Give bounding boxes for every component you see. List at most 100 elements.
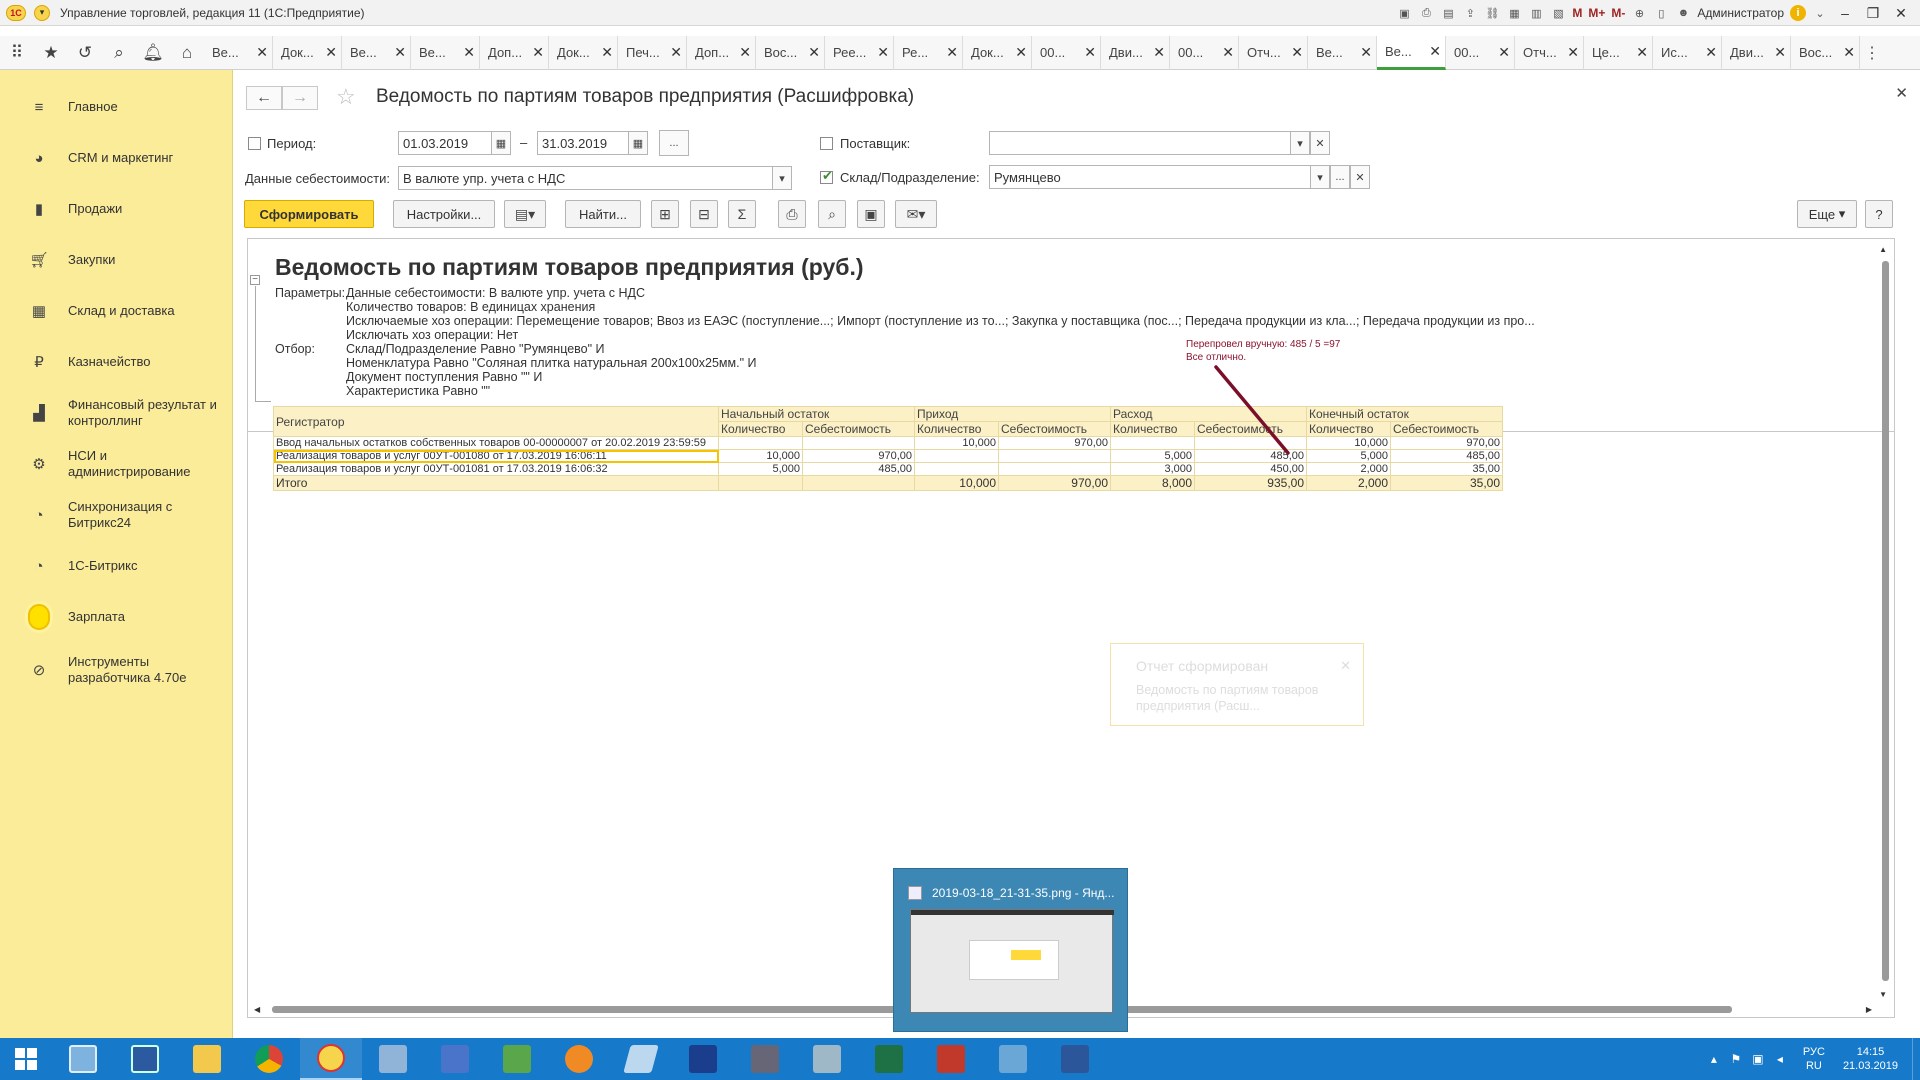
warehouse-dropdown-icon[interactable]: ▾ [1310, 165, 1330, 189]
taskbar-app-far[interactable] [548, 1038, 610, 1080]
panel-icon[interactable]: ▯ [1653, 5, 1669, 21]
tab-13[interactable]: Дви... ✕ [1101, 35, 1170, 70]
chevron-down-icon[interactable]: ⌄ [1812, 5, 1828, 21]
main-menu-icon[interactable]: ▾ [34, 4, 50, 21]
tab-20[interactable]: Це... ✕ [1584, 35, 1653, 70]
taskbar-app-editor[interactable] [610, 1038, 672, 1080]
find-button[interactable]: Найти... [565, 200, 641, 228]
sidebar-item-warehouse[interactable]: ▦ Склад и доставка [0, 302, 233, 320]
sidebar-item-main[interactable]: ≡ Главное [0, 98, 233, 116]
memory-button[interactable]: M [1572, 6, 1582, 20]
sidebar-item-salary[interactable]: Зарплата [0, 604, 233, 630]
taskbar-app-yandex-viewer[interactable] [982, 1038, 1044, 1080]
tab-2[interactable]: Ве... ✕ [342, 35, 411, 70]
tray-speaker-icon[interactable]: ◂ [1771, 1050, 1789, 1068]
taskbar-thumbnail-popup[interactable]: 2019-03-18_21-31-35.png - Янд... [893, 868, 1128, 1032]
supplier-checkbox[interactable] [820, 137, 833, 150]
taskbar-app-tree[interactable] [486, 1038, 548, 1080]
sidebar-item-sales[interactable]: ▮ Продажи [0, 200, 233, 218]
start-button[interactable] [0, 1038, 52, 1080]
tab-4[interactable]: Доп... ✕ [480, 35, 549, 70]
tab-close-icon[interactable]: ✕ [1360, 44, 1372, 61]
tab-6[interactable]: Печ... ✕ [618, 35, 687, 70]
link-icon[interactable]: ⛓ [1484, 5, 1500, 21]
scroll-left-icon[interactable]: ◀ [254, 1005, 260, 1014]
taskbar-app-excel[interactable] [858, 1038, 920, 1080]
sidebar-item-nsi[interactable]: ⚙ НСИ и администрирование [0, 447, 233, 481]
taskbar-app-toolbox[interactable] [920, 1038, 982, 1080]
tab-23[interactable]: Вос... ✕ [1791, 35, 1860, 70]
1c-logo-icon[interactable]: 1С [6, 4, 26, 21]
tray-app-icon[interactable]: ⚑ [1727, 1050, 1745, 1068]
period-checkbox[interactable] [248, 137, 261, 150]
variant-dropdown-icon[interactable]: ▤▾ [504, 200, 546, 228]
tab-close-icon[interactable]: ✕ [394, 44, 406, 61]
warehouse-clear-icon[interactable]: ✕ [1350, 165, 1370, 189]
taskbar-app-security[interactable] [734, 1038, 796, 1080]
tab-15[interactable]: Отч... ✕ [1239, 35, 1308, 70]
period-choose-button[interactable]: ... [659, 130, 689, 156]
tab-close-icon[interactable]: ✕ [1843, 44, 1855, 61]
tab-close-icon[interactable]: ✕ [1084, 44, 1096, 61]
email-dropdown-icon[interactable]: ✉▾ [895, 200, 937, 228]
vertical-scrollbar[interactable] [1882, 261, 1889, 981]
taskbar-app-explorer[interactable] [176, 1038, 238, 1080]
zoom-icon[interactable]: ⊕ [1631, 5, 1647, 21]
expand-groups-icon[interactable]: ⊞ [651, 200, 679, 228]
help-button[interactable]: ? [1865, 200, 1893, 228]
tab-close-icon[interactable]: ✕ [463, 44, 475, 61]
taskbar-app-chrome[interactable] [238, 1038, 300, 1080]
tab-close-icon[interactable]: ✕ [946, 44, 958, 61]
taskbar-app-powershell[interactable] [114, 1038, 176, 1080]
search-icon[interactable]: ⌕ [102, 36, 136, 70]
taskbar-app-1c[interactable] [300, 1038, 362, 1080]
tab-close-icon[interactable]: ✕ [1222, 44, 1234, 61]
apps-grid-icon[interactable]: ⠿ [0, 36, 34, 70]
tab-9[interactable]: Рее... ✕ [825, 35, 894, 70]
tab-close-icon[interactable]: ✕ [1153, 44, 1165, 61]
sidebar-item-bitrix24-sync[interactable]: ◔ Синхронизация с Битрикс24 [0, 498, 233, 532]
taskbar-app-server-manager[interactable] [52, 1038, 114, 1080]
tab-21[interactable]: Ис... ✕ [1653, 35, 1722, 70]
thumbnail-preview[interactable] [910, 909, 1114, 1013]
keyboard-language[interactable]: РУС RU [1803, 1045, 1825, 1073]
taskbar-app-calculator[interactable] [672, 1038, 734, 1080]
settings-button[interactable]: Настройки... [393, 200, 495, 228]
warehouse-choose-button[interactable]: ... [1330, 165, 1350, 189]
save-report-icon[interactable]: ▣ [857, 200, 885, 228]
close-window-button[interactable]: ✕ [1890, 3, 1912, 23]
show-desktop-button[interactable] [1912, 1038, 1920, 1080]
scroll-right-icon[interactable]: ▶ [1866, 1005, 1872, 1014]
tab-close-icon[interactable]: ✕ [1774, 44, 1786, 61]
toast-close-icon[interactable]: ✕ [1340, 658, 1351, 674]
tab-close-icon[interactable]: ✕ [601, 44, 613, 61]
user-name[interactable]: Администратор [1697, 6, 1784, 20]
favorite-star-icon[interactable]: ☆ [336, 84, 356, 110]
tab-close-icon[interactable]: ✕ [1567, 44, 1579, 61]
clock[interactable]: 14:15 21.03.2019 [1843, 1045, 1898, 1073]
toast-body[interactable]: Ведомость по партиям товаров предприятия… [1136, 682, 1336, 714]
sidebar-item-dev-tools[interactable]: ⊘ Инструменты разработчика 4.70е [0, 653, 233, 687]
tab-1[interactable]: Док... ✕ [273, 35, 342, 70]
tab-18[interactable]: 00... ✕ [1446, 35, 1515, 70]
memory-plus-button[interactable]: M+ [1588, 6, 1605, 20]
cost-data-field[interactable]: В валюте упр. учета с НДС [398, 166, 773, 190]
star-icon[interactable]: ★ [34, 36, 68, 70]
tab-0[interactable]: Ве... ✕ [204, 35, 273, 70]
tab-close-icon[interactable]: ✕ [1636, 44, 1648, 61]
tab-3[interactable]: Ве... ✕ [411, 35, 480, 70]
notification-toast[interactable]: Отчет сформирован Ведомость по партиям т… [1110, 643, 1364, 726]
upload-icon[interactable]: ⇪ [1462, 5, 1478, 21]
warehouse-checkbox[interactable] [820, 168, 833, 184]
tab-close-icon[interactable]: ✕ [325, 44, 337, 61]
tab-close-icon[interactable]: ✕ [808, 44, 820, 61]
cost-data-dropdown-icon[interactable]: ▾ [772, 166, 792, 190]
taskbar-app-monitor[interactable] [796, 1038, 858, 1080]
tab-close-icon[interactable]: ✕ [532, 44, 544, 61]
calculator-icon[interactable]: ▥ [1528, 5, 1544, 21]
warehouse-field[interactable]: Румянцево [989, 165, 1311, 189]
tab-close-icon[interactable]: ✕ [256, 44, 268, 61]
sidebar-item-finance[interactable]: ▟ Финансовый результат и контроллинг [0, 396, 233, 430]
minimize-button[interactable]: – [1834, 3, 1856, 23]
tab-10[interactable]: Ре... ✕ [894, 35, 963, 70]
